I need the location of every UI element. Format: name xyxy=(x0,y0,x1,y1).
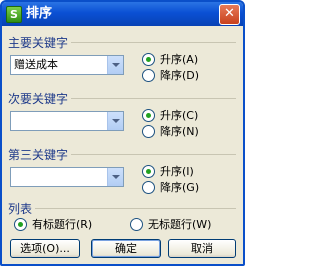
primary-key-label: 主要关键字 xyxy=(8,34,72,51)
tertiary-key-select[interactable] xyxy=(10,167,124,187)
secondary-key-label: 次要关键字 xyxy=(8,90,72,107)
list-label: 列表 xyxy=(8,200,36,217)
dialog-title: 排序 xyxy=(26,6,53,21)
without-header-label: 无标题行(W) xyxy=(148,218,212,231)
sort-dialog: S 排序 ✕ 主要关键字 赠送成本 升序(A) 降序(D) 次要关键字 升序(C… xyxy=(0,0,245,266)
chevron-down-icon[interactable] xyxy=(107,168,123,186)
app-icon: S xyxy=(6,6,22,23)
options-button[interactable]: 选项(O)... xyxy=(10,239,80,258)
close-button[interactable]: ✕ xyxy=(219,4,240,25)
tertiary-asc-label: 升序(I) xyxy=(160,165,194,178)
secondary-asc-option[interactable]: 升序(C) xyxy=(142,107,198,123)
primary-asc-option[interactable]: 升序(A) xyxy=(142,51,198,67)
title-bar: S 排序 ✕ xyxy=(2,2,243,26)
ok-button[interactable]: 确定 xyxy=(91,239,161,258)
primary-desc-option[interactable]: 降序(D) xyxy=(142,67,199,83)
primary-desc-label: 降序(D) xyxy=(160,69,200,82)
without-header-radio[interactable] xyxy=(130,217,143,231)
tertiary-asc-option[interactable]: 升序(I) xyxy=(142,163,194,179)
with-header-label: 有标题行(R) xyxy=(32,218,93,231)
primary-key-select[interactable]: 赠送成本 xyxy=(10,55,124,75)
chevron-down-icon[interactable] xyxy=(107,56,123,74)
list-group: 列表 xyxy=(8,200,236,217)
secondary-desc-radio[interactable] xyxy=(142,124,155,138)
tertiary-key-label: 第三关键字 xyxy=(8,146,72,163)
secondary-desc-option[interactable]: 降序(N) xyxy=(142,123,199,139)
tertiary-desc-radio[interactable] xyxy=(142,180,155,194)
primary-asc-label: 升序(A) xyxy=(160,53,199,66)
chevron-down-icon[interactable] xyxy=(107,112,123,130)
with-header-radio[interactable] xyxy=(14,217,27,231)
secondary-asc-label: 升序(C) xyxy=(160,109,199,122)
tertiary-key-group: 第三关键字 xyxy=(8,146,236,163)
secondary-asc-radio[interactable] xyxy=(142,108,155,122)
secondary-desc-label: 降序(N) xyxy=(160,125,199,138)
primary-key-group: 主要关键字 xyxy=(8,34,236,51)
primary-key-value: 赠送成本 xyxy=(14,58,58,71)
tertiary-desc-option[interactable]: 降序(G) xyxy=(142,179,199,195)
secondary-key-group: 次要关键字 xyxy=(8,90,236,107)
tertiary-desc-label: 降序(G) xyxy=(160,181,200,194)
primary-desc-radio[interactable] xyxy=(142,68,155,82)
primary-asc-radio[interactable] xyxy=(142,52,155,66)
without-header-option[interactable]: 无标题行(W) xyxy=(130,216,211,232)
with-header-option[interactable]: 有标题行(R) xyxy=(14,216,92,232)
secondary-key-select[interactable] xyxy=(10,111,124,131)
tertiary-asc-radio[interactable] xyxy=(142,164,155,178)
cancel-button[interactable]: 取消 xyxy=(168,239,236,258)
